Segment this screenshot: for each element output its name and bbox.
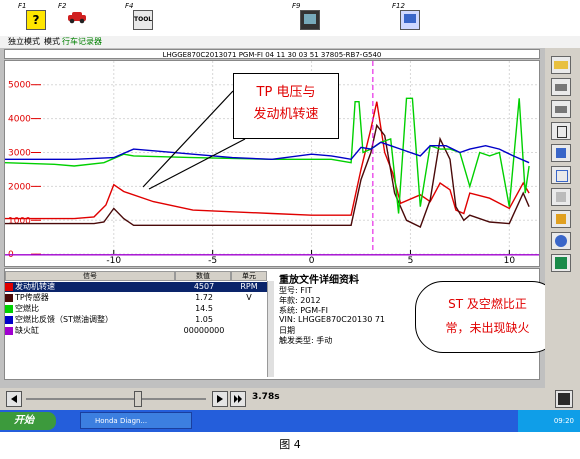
value-column-header[interactable]: 数值 [175, 271, 231, 281]
signal-column-header[interactable]: 信号 [5, 271, 175, 281]
drive-recorder-label[interactable]: 行车记录器 [62, 37, 102, 46]
y-tick-label: 5000 [8, 81, 31, 91]
y-tick-label: 2000 [8, 182, 31, 192]
details-title: 重放文件详细资料 [279, 275, 359, 286]
st-annotation-callout: ST 及空燃比正 常，未出现缺火 [415, 281, 560, 353]
f1-label: F1 [18, 2, 27, 10]
tp-annotation-line1: TP 电压与 [256, 85, 316, 100]
unit-column-header[interactable]: 单元 [231, 271, 267, 281]
trigger-icon[interactable] [551, 210, 571, 228]
table-row[interactable]: 缺火缸 00000000 [5, 326, 273, 336]
system-tray-clock: 09:20 [518, 410, 580, 432]
grid-icon[interactable] [551, 166, 571, 184]
f4-label: F4 [125, 2, 134, 10]
tool-icon: TOOL [133, 10, 153, 30]
signal-value: 1.05 [195, 315, 213, 324]
series-color-swatch [5, 283, 13, 291]
start-button[interactable]: 开始 [0, 412, 56, 430]
open-folder-icon[interactable] [551, 56, 571, 74]
signal-name: 空燃比反馈（ST燃油调整） [15, 315, 113, 324]
y-tick-label: 3000 [8, 148, 31, 158]
annotation-pointer-line [148, 138, 246, 190]
end-button[interactable] [230, 391, 246, 407]
f2-vehicle-button[interactable]: F2 [58, 2, 92, 34]
details-line: 触发类型: 手动 [279, 336, 333, 345]
f12-label: F12 [392, 2, 405, 10]
printer-screen-icon [400, 10, 420, 30]
save-icon[interactable] [555, 390, 573, 408]
columns-icon[interactable] [551, 144, 571, 162]
signal-value: 1.72 [195, 293, 213, 302]
car-icon [66, 10, 86, 30]
y-tick-label: 4000 [8, 115, 31, 125]
monitor-icon [300, 10, 320, 30]
standalone-mode-label: 独立模式 [8, 37, 40, 46]
signal-name: TP传感器 [15, 293, 49, 302]
x-tick-label: 10 [504, 256, 516, 266]
signal-unit: V [246, 293, 252, 302]
x-tick-label: 5 [408, 256, 414, 266]
f1-help-button[interactable]: F1 ? [18, 2, 52, 34]
table-row[interactable]: TP传感器 1.72 V [5, 293, 273, 303]
table-scrollbar[interactable] [267, 281, 274, 377]
data-chart: 5000 4000 3000 2000 1000 0 -10 -5 0 5 10 TP 电压与 发动… [4, 60, 540, 267]
series-color-swatch [5, 305, 13, 313]
series-line-dark [5, 123, 530, 228]
f9-monitor-button[interactable]: F9 [292, 2, 326, 34]
list-icon[interactable] [551, 122, 571, 140]
signal-unit: RPM [240, 282, 258, 291]
series-color-swatch [5, 316, 13, 324]
right-toolbar [545, 48, 580, 388]
series-color-swatch [5, 294, 13, 302]
tp-annotation-callout: TP 电压与 发动机转速 [233, 73, 339, 139]
st-annotation-line1: ST 及空燃比正 [448, 297, 527, 311]
y-tick-label: 1000 [8, 216, 31, 226]
mode-label: 模式 [44, 37, 60, 46]
signal-value: 00000000 [183, 326, 225, 335]
exit-icon[interactable] [551, 254, 571, 272]
f2-label: F2 [58, 2, 67, 10]
figure-caption: 图 4 [279, 438, 301, 451]
x-tick-label: 0 [309, 256, 315, 266]
signal-panel: 信号 数值 单元 发动机转速 4507 RPM TP传感器 1.72 V 空燃比 14.5 空燃… [4, 268, 560, 380]
annotation-pointer-line [142, 90, 234, 188]
playback-time: 3.78s [252, 392, 280, 402]
tp-annotation-line2: 发动机转速 [253, 107, 319, 122]
print-icon[interactable] [551, 78, 571, 96]
signal-value: 14.5 [195, 304, 213, 313]
series-color-swatch [5, 327, 13, 335]
table-row[interactable]: 空燃比 14.5 [5, 304, 273, 314]
f4-tool-button[interactable]: F4 TOOL [125, 2, 159, 34]
taskbar: 开始 Honda Diagn... 09:20 [0, 410, 580, 432]
help-icon: ? [26, 10, 46, 30]
f12-screen-button[interactable]: F12 [392, 2, 426, 34]
signal-table: 信号 数值 单元 发动机转速 4507 RPM TP传感器 1.72 V 空燃比 14.5 空燃… [5, 269, 274, 379]
playback-bar: 3.78s [0, 388, 580, 410]
table-row[interactable]: 发动机转速 4507 RPM [5, 282, 273, 292]
play-button[interactable] [212, 391, 228, 407]
playback-thumb[interactable] [133, 391, 142, 407]
taskbar-item-honda[interactable]: Honda Diagn... [80, 412, 192, 429]
x-tick-label: -5 [208, 256, 217, 266]
signal-name: 缺火缸 [15, 326, 39, 335]
table-row[interactable]: 空燃比反馈（ST燃油调整） 1.05 [5, 315, 273, 325]
details-line: VIN: LHGGE870C20130 71 [279, 315, 386, 324]
function-toolbar: F1 ? F2 F4 TOOL F9 F12 [0, 0, 580, 36]
print-preview-icon[interactable] [551, 100, 571, 118]
clock-icon[interactable] [551, 232, 571, 250]
signal-name: 空燃比 [15, 304, 39, 313]
signal-name: 发动机转速 [15, 282, 55, 291]
f9-label: F9 [292, 2, 301, 10]
st-annotation-line2: 常，未出现缺火 [445, 321, 530, 335]
signal-value: 4507 [193, 282, 215, 291]
zoom-icon[interactable] [551, 188, 571, 206]
playback-track[interactable] [26, 398, 206, 400]
x-tick-label: -10 [106, 256, 121, 266]
vehicle-info-bar: LHGGE870C2013071 PGM-FI 04 11 30 03 51 3… [4, 49, 540, 59]
scroll-left-button[interactable] [6, 391, 22, 407]
